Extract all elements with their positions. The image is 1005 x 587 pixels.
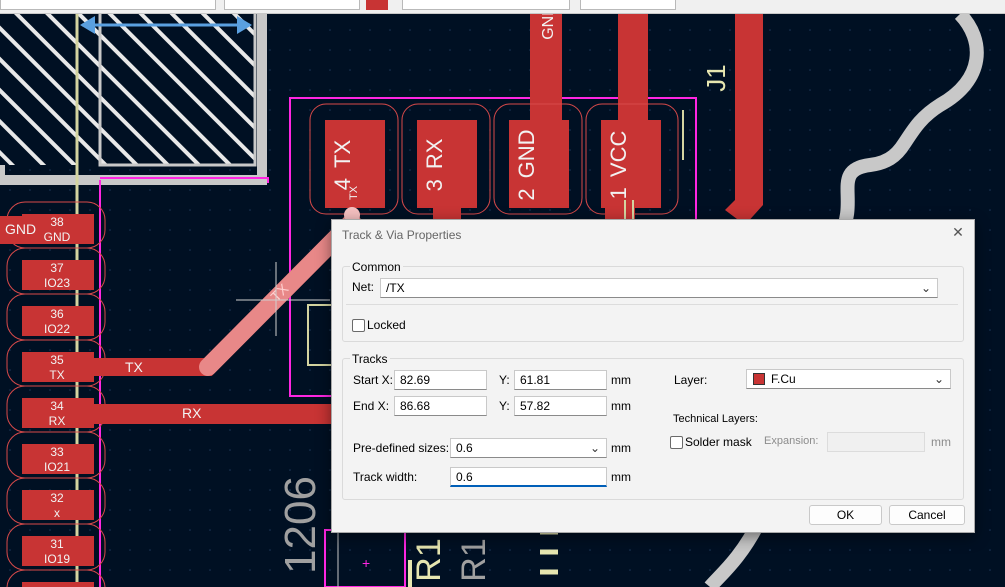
chevron-down-icon: ⌄ <box>589 441 600 455</box>
svg-text:36: 36 <box>50 307 64 321</box>
module-keepout <box>0 0 267 185</box>
toolbar-combo-4[interactable] <box>580 0 676 10</box>
expansion-unit: mm <box>931 435 951 449</box>
common-separator <box>346 304 958 305</box>
r1-reference: R1 <box>410 538 448 581</box>
technical-layers-label: Technical Layers: <box>673 413 758 425</box>
start-y-unit: mm <box>611 373 631 387</box>
svg-text:38: 38 <box>50 215 64 229</box>
solder-mask-checkbox[interactable] <box>670 436 683 449</box>
toolbar-combo-2[interactable] <box>224 0 360 10</box>
end-y-unit: mm <box>611 399 631 413</box>
locked-checkbox[interactable] <box>352 319 365 332</box>
cancel-button[interactable]: Cancel <box>889 505 965 525</box>
dialog-title: Track & Via Properties <box>342 228 462 242</box>
svg-text:35: 35 <box>50 353 64 367</box>
track-width-input[interactable]: 0.6 <box>450 467 607 487</box>
start-x-label: Start X: <box>353 373 394 387</box>
end-x-input[interactable]: 86.68 <box>394 396 487 416</box>
footprint-1206-label: 1206 <box>276 476 325 574</box>
vcc-trace[interactable] <box>618 0 648 120</box>
common-group-label: Common <box>350 260 403 274</box>
start-y-label: Y: <box>499 373 510 387</box>
pad-1-label: 1VCC <box>606 131 631 200</box>
svg-text:+: + <box>362 555 370 571</box>
j1-reference: J1 <box>701 64 731 91</box>
layer-label: Layer: <box>674 373 708 387</box>
top-toolbar <box>0 0 1005 14</box>
predefined-sizes-select[interactable]: 0.6 ⌄ <box>450 438 607 458</box>
r1-value-label: R1 <box>455 538 493 581</box>
expansion-input[interactable] <box>827 432 925 452</box>
locked-label: Locked <box>367 318 406 332</box>
svg-text:34: 34 <box>50 399 64 413</box>
net-select[interactable]: /TX ⌄ <box>380 278 938 298</box>
track-width-label: Track width: <box>353 470 418 484</box>
svg-text:IO21: IO21 <box>44 460 70 474</box>
start-x-input[interactable]: 82.69 <box>394 370 487 390</box>
end-x-label: End X: <box>353 399 390 413</box>
pad-4-label: 4TX <box>330 139 355 190</box>
pad-3-label: 3RX <box>422 138 447 191</box>
chevron-down-icon: ⌄ <box>920 281 931 295</box>
ok-button[interactable]: OK <box>809 505 882 525</box>
pad-2-label: 2GND <box>514 129 539 200</box>
svg-text:IO22: IO22 <box>44 322 70 336</box>
svg-text:32: 32 <box>50 491 64 505</box>
layer-select[interactable]: F.Cu ⌄ <box>746 369 951 389</box>
track-width-unit: mm <box>611 470 631 484</box>
tx-trace-label: TX <box>125 359 144 375</box>
net-label: Net: <box>352 280 375 294</box>
expansion-label: Expansion: <box>764 435 819 447</box>
svg-text:RX: RX <box>49 414 66 428</box>
side-gnd-label: GND <box>5 221 36 237</box>
tracks-group-label: Tracks <box>350 352 390 366</box>
chevron-down-icon: ⌄ <box>933 372 944 386</box>
rx-trace-label: RX <box>182 405 202 421</box>
toolbar-combo-3[interactable] <box>402 0 570 10</box>
svg-text:33: 33 <box>50 445 64 459</box>
predefined-sizes-unit: mm <box>611 441 631 455</box>
svg-text:x: x <box>54 506 60 520</box>
svg-text:37: 37 <box>50 261 64 275</box>
layer-color-icon[interactable] <box>366 0 388 10</box>
end-y-input[interactable]: 57.82 <box>514 396 607 416</box>
svg-text:GND: GND <box>44 230 71 244</box>
svg-text:IO19: IO19 <box>44 552 70 566</box>
toolbar-combo-1[interactable] <box>0 0 216 10</box>
predefined-sizes-label: Pre-defined sizes: <box>353 441 450 455</box>
track-via-properties-dialog: Track & Via Properties ✕ Common Net: /TX… <box>331 219 975 533</box>
start-y-input[interactable]: 61.81 <box>514 370 607 390</box>
svg-text:31: 31 <box>50 537 64 551</box>
pad-4-net-label: TX <box>348 185 360 200</box>
svg-text:IO23: IO23 <box>44 276 70 290</box>
end-y-label: Y: <box>499 399 510 413</box>
solder-mask-label: Solder mask <box>685 435 752 449</box>
svg-text:TX: TX <box>49 368 64 382</box>
layer-color-swatch <box>753 373 765 385</box>
close-icon[interactable]: ✕ <box>950 224 966 240</box>
